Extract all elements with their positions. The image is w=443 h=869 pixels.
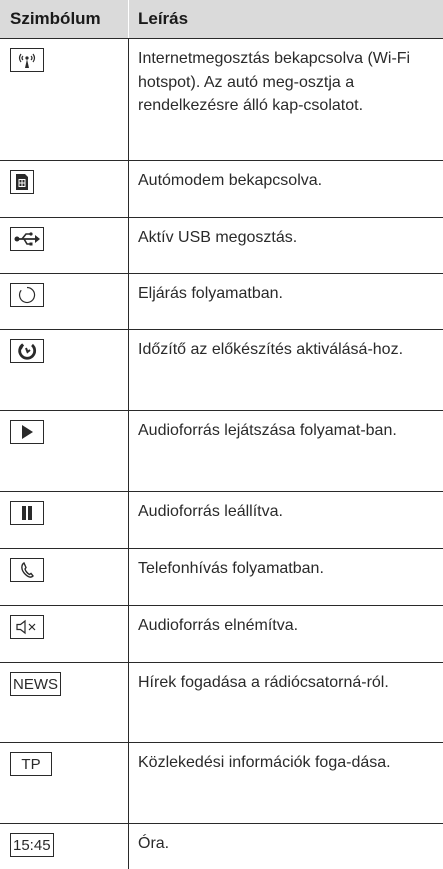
speaker-muted-icon [10, 615, 44, 639]
car-modem-sim-icon [10, 170, 34, 194]
tp-icon-label: TP [21, 755, 41, 773]
usb-icon [10, 227, 44, 251]
header-description: Leírás [138, 9, 189, 28]
table-row: Audioforrás lejátszása folyamat-ban. [0, 410, 443, 491]
row-description: Autómodem bekapcsolva. [138, 172, 323, 189]
table-row: Időzítő az előkészítés aktiválásá-hoz. [0, 329, 443, 410]
play-icon [10, 420, 44, 444]
row-description: Óra. [138, 835, 170, 852]
table-row: Audioforrás leállítva. [0, 491, 443, 548]
wifi-hotspot-icon [10, 48, 44, 72]
table-row: Aktív USB megosztás. [0, 217, 443, 273]
row-description: Audioforrás lejátszása folyamat-ban. [138, 422, 397, 439]
row-description: Audioforrás elnémítva. [138, 617, 299, 634]
symbol-table: Szimbólum Leírás Internetmegosztás bekap… [0, 0, 443, 869]
row-description: Aktív USB megosztás. [138, 229, 298, 246]
table-row: Audioforrás elnémítva. [0, 605, 443, 662]
news-icon-label: NEWS [13, 675, 58, 693]
clock-icon-label: 15:45 [13, 836, 51, 854]
table-header: Szimbólum Leírás [0, 0, 443, 38]
row-description: Telefonhívás folyamatban. [138, 560, 324, 577]
row-description: Eljárás folyamatban. [138, 285, 283, 302]
row-description: Hírek fogadása a rádiócsatorná-ról. [138, 674, 389, 691]
clock-time-icon: 15:45 [10, 833, 54, 857]
table-row: TP Közlekedési információk foga-dása. [0, 742, 443, 823]
phone-call-icon [10, 558, 44, 582]
header-divider [128, 0, 129, 38]
table-row: Internetmegosztás bekapcsolva (Wi-Fi hot… [0, 38, 443, 160]
timer-icon [10, 339, 44, 363]
table-row: Eljárás folyamatban. [0, 273, 443, 329]
header-symbol: Szimbólum [10, 9, 101, 28]
table-row: Telefonhívás folyamatban. [0, 548, 443, 605]
tp-icon: TP [10, 752, 52, 776]
row-description: Közlekedési információk foga-dása. [138, 754, 391, 771]
news-icon: NEWS [10, 672, 61, 696]
table-row: 15:45 Óra. [0, 823, 443, 869]
table-row: NEWS Hírek fogadása a rádiócsatorná-ról. [0, 662, 443, 742]
row-description: Időzítő az előkészítés aktiválásá-hoz. [138, 341, 404, 358]
table-row: Autómodem bekapcsolva. [0, 160, 443, 217]
progress-circle-icon [10, 283, 44, 307]
row-description: Internetmegosztás bekapcsolva (Wi-Fi hot… [138, 50, 411, 114]
pause-icon [10, 501, 44, 525]
row-description: Audioforrás leállítva. [138, 503, 283, 520]
